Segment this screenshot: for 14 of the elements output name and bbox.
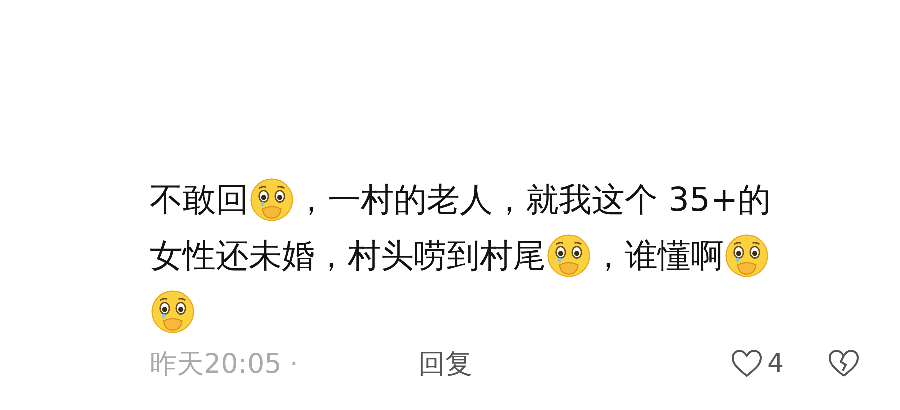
separator-dot: · (290, 348, 298, 380)
emoji-icon (724, 233, 770, 279)
comment-text: ，谁懂啊 (592, 234, 724, 276)
comment-text: ，一村的老人，就我这个 35+的 (295, 178, 772, 220)
emoji-icon (150, 289, 196, 335)
comment-text: 不敢回 (150, 178, 249, 220)
reply-button[interactable]: 回复 (418, 346, 472, 382)
emoji-icon (249, 177, 295, 223)
like-count: 4 (767, 349, 784, 379)
broken-heart-icon[interactable] (828, 349, 860, 379)
comment-text: 女性还未婚，村头唠到村尾 (150, 234, 546, 276)
heart-icon[interactable] (731, 349, 764, 379)
emoji-icon (546, 233, 592, 279)
comment-time: 昨天20:05 (150, 348, 282, 382)
